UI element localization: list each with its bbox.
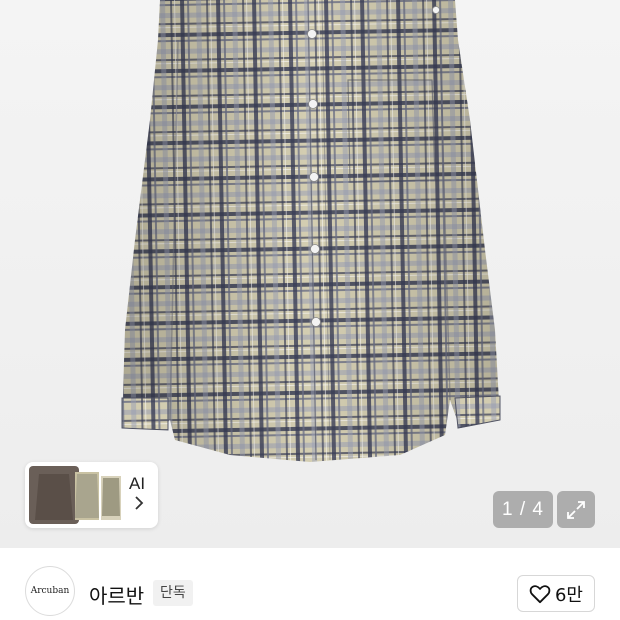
image-counter: 1 / 4 xyxy=(493,491,553,528)
brand-bar: Arcuban 아르반 단독 6만 xyxy=(0,548,620,620)
heart-icon xyxy=(529,584,551,603)
brand-logo-text: Arcuban xyxy=(30,586,70,596)
expand-icon xyxy=(567,500,585,519)
chevron-right-icon xyxy=(135,496,144,510)
like-button[interactable]: 6만 xyxy=(517,575,595,612)
brand-name[interactable]: 아르반 xyxy=(89,580,144,609)
exclusive-badge: 단독 xyxy=(153,580,193,606)
like-count: 6만 xyxy=(554,584,583,606)
product-image-gallery[interactable]: AI 1 / 4 xyxy=(0,0,620,548)
ai-label: AI xyxy=(129,474,146,493)
similar-item-thumbnails xyxy=(29,466,121,524)
brand-logo[interactable]: Arcuban xyxy=(25,566,75,616)
expand-button[interactable] xyxy=(557,491,595,528)
